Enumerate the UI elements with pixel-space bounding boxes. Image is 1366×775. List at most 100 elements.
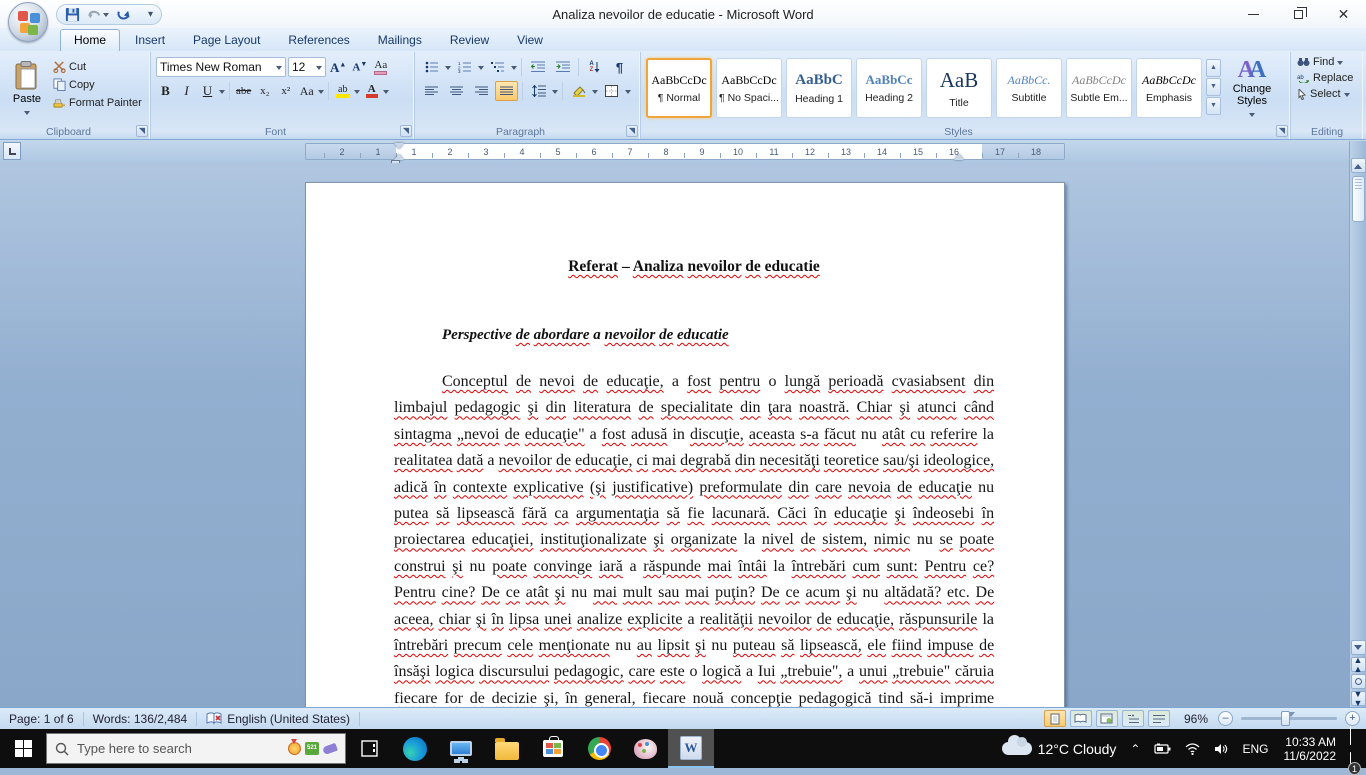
tray-expand-chevron[interactable]: ⌃ xyxy=(1123,729,1147,768)
full-screen-reading-view-button[interactable] xyxy=(1069,710,1092,727)
numbering-button[interactable]: 123 xyxy=(453,57,476,77)
action-center-button[interactable]: 1 xyxy=(1344,725,1366,775)
zoom-level[interactable]: 96% xyxy=(1184,712,1208,726)
multilevel-dropdown-arrow[interactable] xyxy=(511,65,517,73)
style-subtle-emphasis[interactable]: AaBbCcDc Subtle Em... xyxy=(1066,58,1132,118)
font-color-button[interactable]: A xyxy=(362,81,381,101)
document-title[interactable]: Referat – Analiza nevoilor de educatie xyxy=(394,258,994,276)
style-normal[interactable]: AaBbCcDc ¶ Normal xyxy=(646,58,712,118)
previous-page-button[interactable]: ▲ ▲ xyxy=(1350,655,1366,673)
zoom-slider[interactable] xyxy=(1241,711,1337,726)
decrease-indent-button[interactable] xyxy=(526,57,549,77)
bold-button[interactable]: B xyxy=(156,81,175,101)
taskbar-chrome[interactable] xyxy=(576,729,622,768)
close-button[interactable]: ✕ xyxy=(1321,0,1366,28)
scroll-up-button[interactable] xyxy=(1350,158,1366,173)
proofing-status[interactable]: English (United States) xyxy=(197,708,359,729)
scroll-down-button[interactable] xyxy=(1350,640,1366,655)
zoom-in-button[interactable]: + xyxy=(1345,711,1360,726)
right-indent-marker[interactable] xyxy=(954,149,964,160)
multilevel-list-button[interactable] xyxy=(486,57,509,77)
draft-view-button[interactable] xyxy=(1147,710,1170,727)
font-dialog-launcher[interactable]: ◥ xyxy=(400,125,412,137)
task-view-button[interactable] xyxy=(346,729,392,768)
taskbar-search-input[interactable]: Type here to search 521 xyxy=(46,733,346,764)
styles-scroll-down[interactable]: ▼ xyxy=(1206,78,1221,96)
paste-dropdown-arrow[interactable] xyxy=(24,111,30,118)
line-spacing-dropdown-arrow[interactable] xyxy=(552,89,558,97)
document-subtitle[interactable]: Perspective de abordare a nevoilor de ed… xyxy=(394,327,994,344)
superscript-button[interactable]: x² xyxy=(276,81,295,101)
taskbar-store[interactable] xyxy=(530,729,576,768)
tab-mailings[interactable]: Mailings xyxy=(365,30,435,51)
zoom-slider-thumb[interactable] xyxy=(1281,711,1290,726)
vertical-scrollbar[interactable]: ▲ ▲ ▼ ▼ xyxy=(1349,141,1366,707)
style-emphasis[interactable]: AaBbCcDc Emphasis xyxy=(1136,58,1202,118)
paste-button[interactable]: Paste xyxy=(4,55,50,124)
scroll-thumb[interactable] xyxy=(1351,176,1365,222)
restore-button[interactable] xyxy=(1276,0,1321,28)
font-size-combo[interactable]: 12 xyxy=(288,57,326,77)
font-color-dropdown-arrow[interactable] xyxy=(383,89,390,97)
word-count[interactable]: Words: 136/2,484 xyxy=(84,708,197,729)
volume-indicator[interactable] xyxy=(1207,729,1235,768)
show-hide-pilcrow-button[interactable]: ¶ xyxy=(608,57,631,77)
highlight-button[interactable]: ab xyxy=(333,81,352,101)
numbering-dropdown-arrow[interactable] xyxy=(478,65,484,73)
outline-view-button[interactable] xyxy=(1121,710,1144,727)
sort-button[interactable]: AZ xyxy=(583,57,606,77)
taskbar-file-explorer[interactable] xyxy=(484,729,530,768)
cut-button[interactable]: Cut xyxy=(50,59,145,74)
styles-scroll-up[interactable]: ▲ xyxy=(1206,59,1221,77)
taskbar-word-active[interactable]: W xyxy=(668,729,714,768)
align-right-button[interactable] xyxy=(470,81,493,101)
clear-formatting-button[interactable]: Aa xyxy=(371,57,390,77)
justify-button[interactable] xyxy=(495,81,518,101)
select-button[interactable]: Select xyxy=(1294,87,1360,101)
shading-button[interactable] xyxy=(567,81,590,101)
shrink-font-button[interactable]: A▼ xyxy=(350,57,369,77)
bullets-dropdown-arrow[interactable] xyxy=(445,65,451,73)
strikethrough-button[interactable]: abe xyxy=(234,81,253,101)
grow-font-button[interactable]: A▲ xyxy=(328,57,348,77)
next-page-button[interactable]: ▼ ▼ xyxy=(1350,689,1366,707)
clipboard-dialog-launcher[interactable]: ◥ xyxy=(136,125,148,137)
underline-dropdown-arrow[interactable] xyxy=(219,89,225,97)
zoom-out-button[interactable]: – xyxy=(1218,711,1233,726)
align-left-button[interactable] xyxy=(420,81,443,101)
bullets-button[interactable] xyxy=(420,57,443,77)
borders-dropdown-arrow[interactable] xyxy=(625,89,631,97)
change-styles-button[interactable]: AA Change Styles xyxy=(1223,55,1281,120)
print-layout-view-button[interactable] xyxy=(1043,710,1066,727)
find-button[interactable]: Find xyxy=(1294,55,1360,69)
tab-stop-selector[interactable] xyxy=(3,142,21,160)
medal-icon[interactable] xyxy=(288,739,301,755)
borders-button[interactable] xyxy=(600,81,623,101)
tab-home[interactable]: Home xyxy=(60,29,121,51)
save-button[interactable] xyxy=(65,7,80,22)
styles-gallery-more[interactable]: ▼ xyxy=(1206,97,1221,115)
tab-review[interactable]: Review xyxy=(437,30,502,51)
redo-button[interactable] xyxy=(116,8,131,22)
document-paragraph[interactable]: Conceptul de nevoi de educaţie, a fost p… xyxy=(394,369,994,707)
style-subtitle[interactable]: AaBbCc. Subtitle xyxy=(996,58,1062,118)
document-page[interactable]: Referat – Analiza nevoilor de educatie P… xyxy=(305,182,1065,707)
tab-references[interactable]: References xyxy=(275,30,362,51)
taskbar-edge[interactable] xyxy=(392,729,438,768)
document-body[interactable]: Conceptul de nevoi de educaţie, a fost p… xyxy=(394,369,994,707)
italic-button[interactable]: I xyxy=(177,81,196,101)
style-title[interactable]: AaB Title xyxy=(926,58,992,118)
start-button[interactable] xyxy=(0,729,46,768)
battery-indicator[interactable] xyxy=(1147,729,1178,768)
web-layout-view-button[interactable] xyxy=(1095,710,1118,727)
wifi-indicator[interactable] xyxy=(1178,729,1207,768)
language-indicator[interactable]: ENG xyxy=(1235,729,1275,768)
style-heading-2[interactable]: AaBbCc Heading 2 xyxy=(856,58,922,118)
subscript-button[interactable]: x₂ xyxy=(255,81,274,101)
hanging-indent-marker[interactable] xyxy=(394,149,404,160)
font-name-combo[interactable]: Times New Roman xyxy=(156,57,286,77)
line-spacing-button[interactable] xyxy=(527,81,550,101)
tab-insert[interactable]: Insert xyxy=(122,30,178,51)
change-case-button[interactable]: Aa xyxy=(297,81,316,101)
jersey-icon[interactable]: 521 xyxy=(305,742,319,755)
